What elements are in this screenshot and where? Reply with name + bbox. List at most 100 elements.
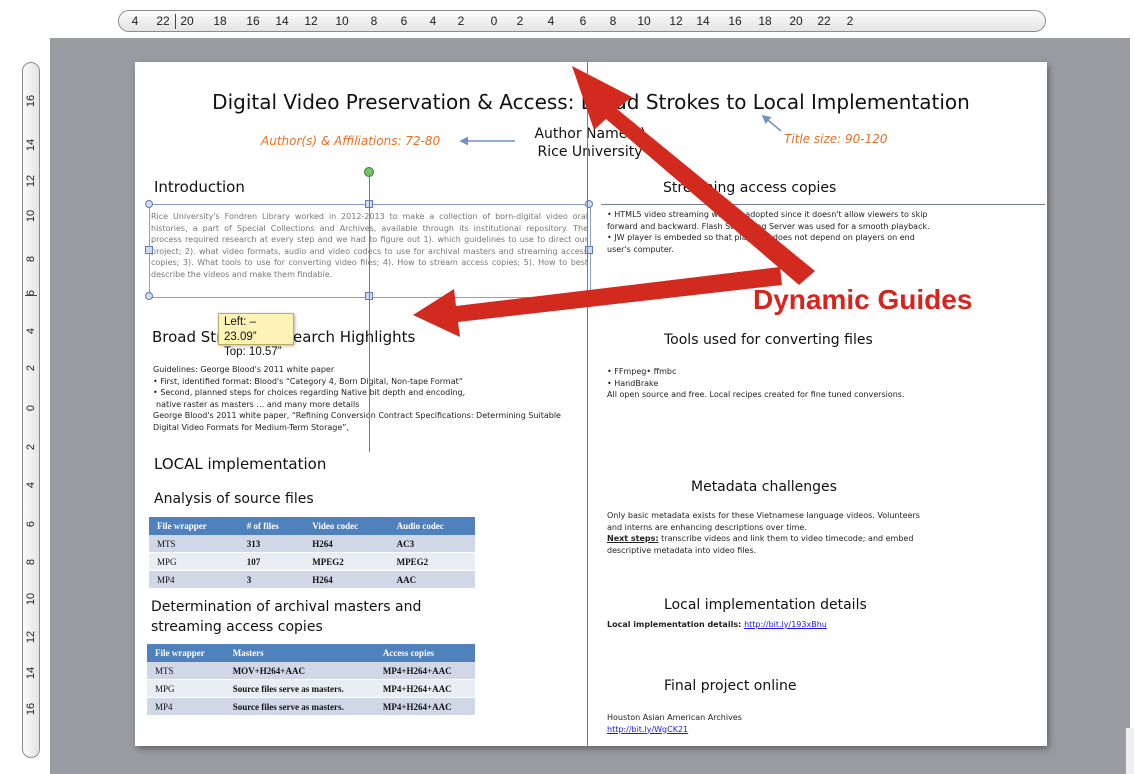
table-cell: MOV+H264+AAC	[224, 662, 375, 680]
ruler-tick-label: 6	[579, 14, 587, 28]
ruler-tick-label: 14	[25, 666, 37, 680]
resize-handle-w[interactable]	[145, 246, 153, 254]
table-row: MP4 Source files serve as masters. MP4+H…	[147, 697, 475, 716]
next-steps-line: Next steps: transcribe videos and link t…	[607, 533, 1027, 545]
ruler-tick-label: 10	[25, 592, 37, 606]
vertical-guide-center[interactable]	[587, 62, 588, 746]
table-header: File wrapper	[149, 517, 239, 535]
broad-line: Digital Video Formats for Medium-Term St…	[153, 422, 349, 432]
table-header: # of files	[238, 517, 305, 535]
table-cell: H264	[304, 535, 389, 553]
ruler-tick-label: 16	[728, 14, 742, 28]
table-cell: 313	[238, 535, 305, 553]
slide[interactable]: Digital Video Preservation & Access: Bro…	[135, 62, 1047, 746]
determination-heading[interactable]: Determination of archival masters and st…	[151, 597, 421, 637]
broad-line: Guidelines: George Blood's 2011 white pa…	[153, 365, 335, 374]
ruler-margin-marker[interactable]	[25, 295, 37, 296]
resize-handle-nw[interactable]	[145, 200, 153, 208]
ruler-tick-label: 0	[25, 404, 37, 412]
table-cell: MPG	[149, 552, 239, 571]
vertical-ruler[interactable]: 16 14 12 10 8 6 4 2 0 2 4 6 8 10 12 14 16	[22, 62, 40, 758]
next-steps-label: Next steps:	[607, 534, 659, 543]
ruler-tick-label: 12	[25, 174, 37, 188]
ruler-tick-label: 6	[25, 520, 37, 528]
masters-table[interactable]: File wrapper Masters Access copies MTS M…	[147, 644, 475, 716]
tools-heading[interactable]: Tools used for converting files	[664, 330, 873, 350]
tools-line: All open source and free. Local recipes …	[607, 390, 905, 399]
table-cell: MTS	[147, 662, 225, 680]
ruler-tick-label: 4	[131, 14, 139, 28]
table-cell: MP4+H264+AAC	[374, 662, 475, 680]
table-row: MP4 3 H264 AAC	[149, 570, 475, 589]
ruler-tick-label: 6	[400, 14, 408, 28]
table-header: Audio codec	[388, 517, 475, 535]
streaming-line: • HTML5 video streaming was not adopted …	[607, 210, 928, 219]
ruler-tick-label: 2	[25, 443, 37, 451]
selection-box	[149, 204, 591, 298]
intro-heading[interactable]: Introduction	[154, 178, 245, 196]
metadata-line: and interns are enhancing descriptions o…	[607, 522, 807, 532]
ruler-tick-label: 20	[789, 14, 803, 28]
ruler-tick-label: 12	[669, 14, 683, 28]
local-details-heading[interactable]: Local implementation details	[664, 595, 867, 615]
ruler-tick-label: 8	[609, 14, 617, 28]
determination-heading-line: Determination of archival masters and	[151, 599, 422, 615]
ruler-tick-label: 2	[846, 14, 854, 28]
table-cell: Source files serve as masters.	[224, 679, 375, 698]
ruler-tick-label: 20	[180, 14, 194, 28]
broad-line: • Second, planned steps for choices rega…	[153, 388, 466, 397]
streaming-text[interactable]: • HTML5 video streaming was not adopted …	[607, 209, 1027, 255]
final-heading[interactable]: Final project online	[664, 676, 796, 696]
ruler-tick-label: 8	[370, 14, 378, 28]
ruler-tick-label: 4	[25, 481, 37, 489]
source-files-table[interactable]: File wrapper # of files Video codec Audi…	[149, 517, 475, 589]
local-details-text[interactable]: Local implementation details: http://bit…	[607, 619, 1027, 631]
final-text-block[interactable]: Houston Asian American Archives http://b…	[607, 712, 1027, 735]
ruler-margin-marker[interactable]	[175, 14, 176, 29]
vertical-guide-text[interactable]	[369, 174, 370, 452]
ruler-tick-label: 10	[25, 209, 37, 223]
horizontal-ruler[interactable]: 4 22 20 18 16 14 12 10 8 6 4 2 0 2 4 6 8 10 12 14 16 18 20 22 2	[118, 10, 1046, 32]
tools-text[interactable]: • FFmpeg• ffmbc • HandBrake All open sou…	[607, 366, 1027, 401]
table-header-row: File wrapper Masters Access copies	[147, 644, 475, 662]
table-row: MTS MOV+H264+AAC MP4+H264+AAC	[147, 662, 475, 680]
tools-line: • HandBrake	[607, 378, 659, 388]
local-heading[interactable]: LOCAL implementation	[154, 455, 326, 473]
streaming-line: • JW player is embeded so that playback …	[607, 233, 915, 242]
ruler-tick-label: 18	[758, 14, 772, 28]
analysis-heading[interactable]: Analysis of source files	[154, 489, 314, 509]
affiliation: Rice University	[537, 144, 643, 160]
horizontal-guide-text[interactable]	[601, 204, 1045, 205]
table-cell: MP4+H264+AAC	[374, 697, 475, 716]
ruler-tick-label: 10	[335, 14, 349, 28]
table-header: Masters	[224, 644, 375, 662]
author-block[interactable]: Author Name(s) Rice University	[515, 125, 665, 161]
ruler-tick-label: 14	[275, 14, 289, 28]
position-tooltip: Left: –23.09” Top: 10.57”	[218, 313, 294, 358]
table-cell: 3	[238, 570, 305, 589]
ruler-tick-label: 16	[25, 94, 37, 108]
slide-title[interactable]: Digital Video Preservation & Access: Bro…	[135, 90, 1047, 114]
metadata-line: Only basic metadata exists for these Vie…	[607, 511, 920, 520]
ruler-tick-label: 10	[637, 14, 651, 28]
table-cell: MPG	[147, 679, 225, 698]
final-link[interactable]: http://bit.ly/WgCK21	[607, 724, 1027, 736]
table-cell: MP4	[149, 570, 239, 589]
table-cell: 107	[238, 552, 305, 571]
streaming-heading[interactable]: Streaming access copies	[663, 178, 836, 198]
broad-line: native raster as masters … and many more…	[156, 399, 360, 409]
metadata-text[interactable]: Only basic metadata exists for these Vie…	[607, 510, 1027, 556]
metadata-heading[interactable]: Metadata challenges	[691, 477, 837, 497]
ruler-tick-label: 12	[25, 630, 37, 644]
ruler-tick-label: 14	[25, 138, 37, 152]
broad-strokes-text[interactable]: Guidelines: George Blood's 2011 white pa…	[153, 364, 593, 433]
dynamic-guides-label: Dynamic Guides	[753, 284, 973, 315]
scrollbar-track[interactable]	[1126, 728, 1134, 774]
local-details-link[interactable]: http://bit.ly/193xBhu	[744, 620, 827, 629]
next-steps-text: transcribe videos and link them to video…	[658, 534, 914, 543]
ruler-tick-label: 22	[156, 14, 170, 28]
title-size-hint: Title size: 90-120	[784, 132, 888, 146]
ruler-tick-label: 22	[817, 14, 831, 28]
table-cell: MPEG2	[388, 552, 475, 571]
resize-handle-sw[interactable]	[145, 292, 153, 300]
